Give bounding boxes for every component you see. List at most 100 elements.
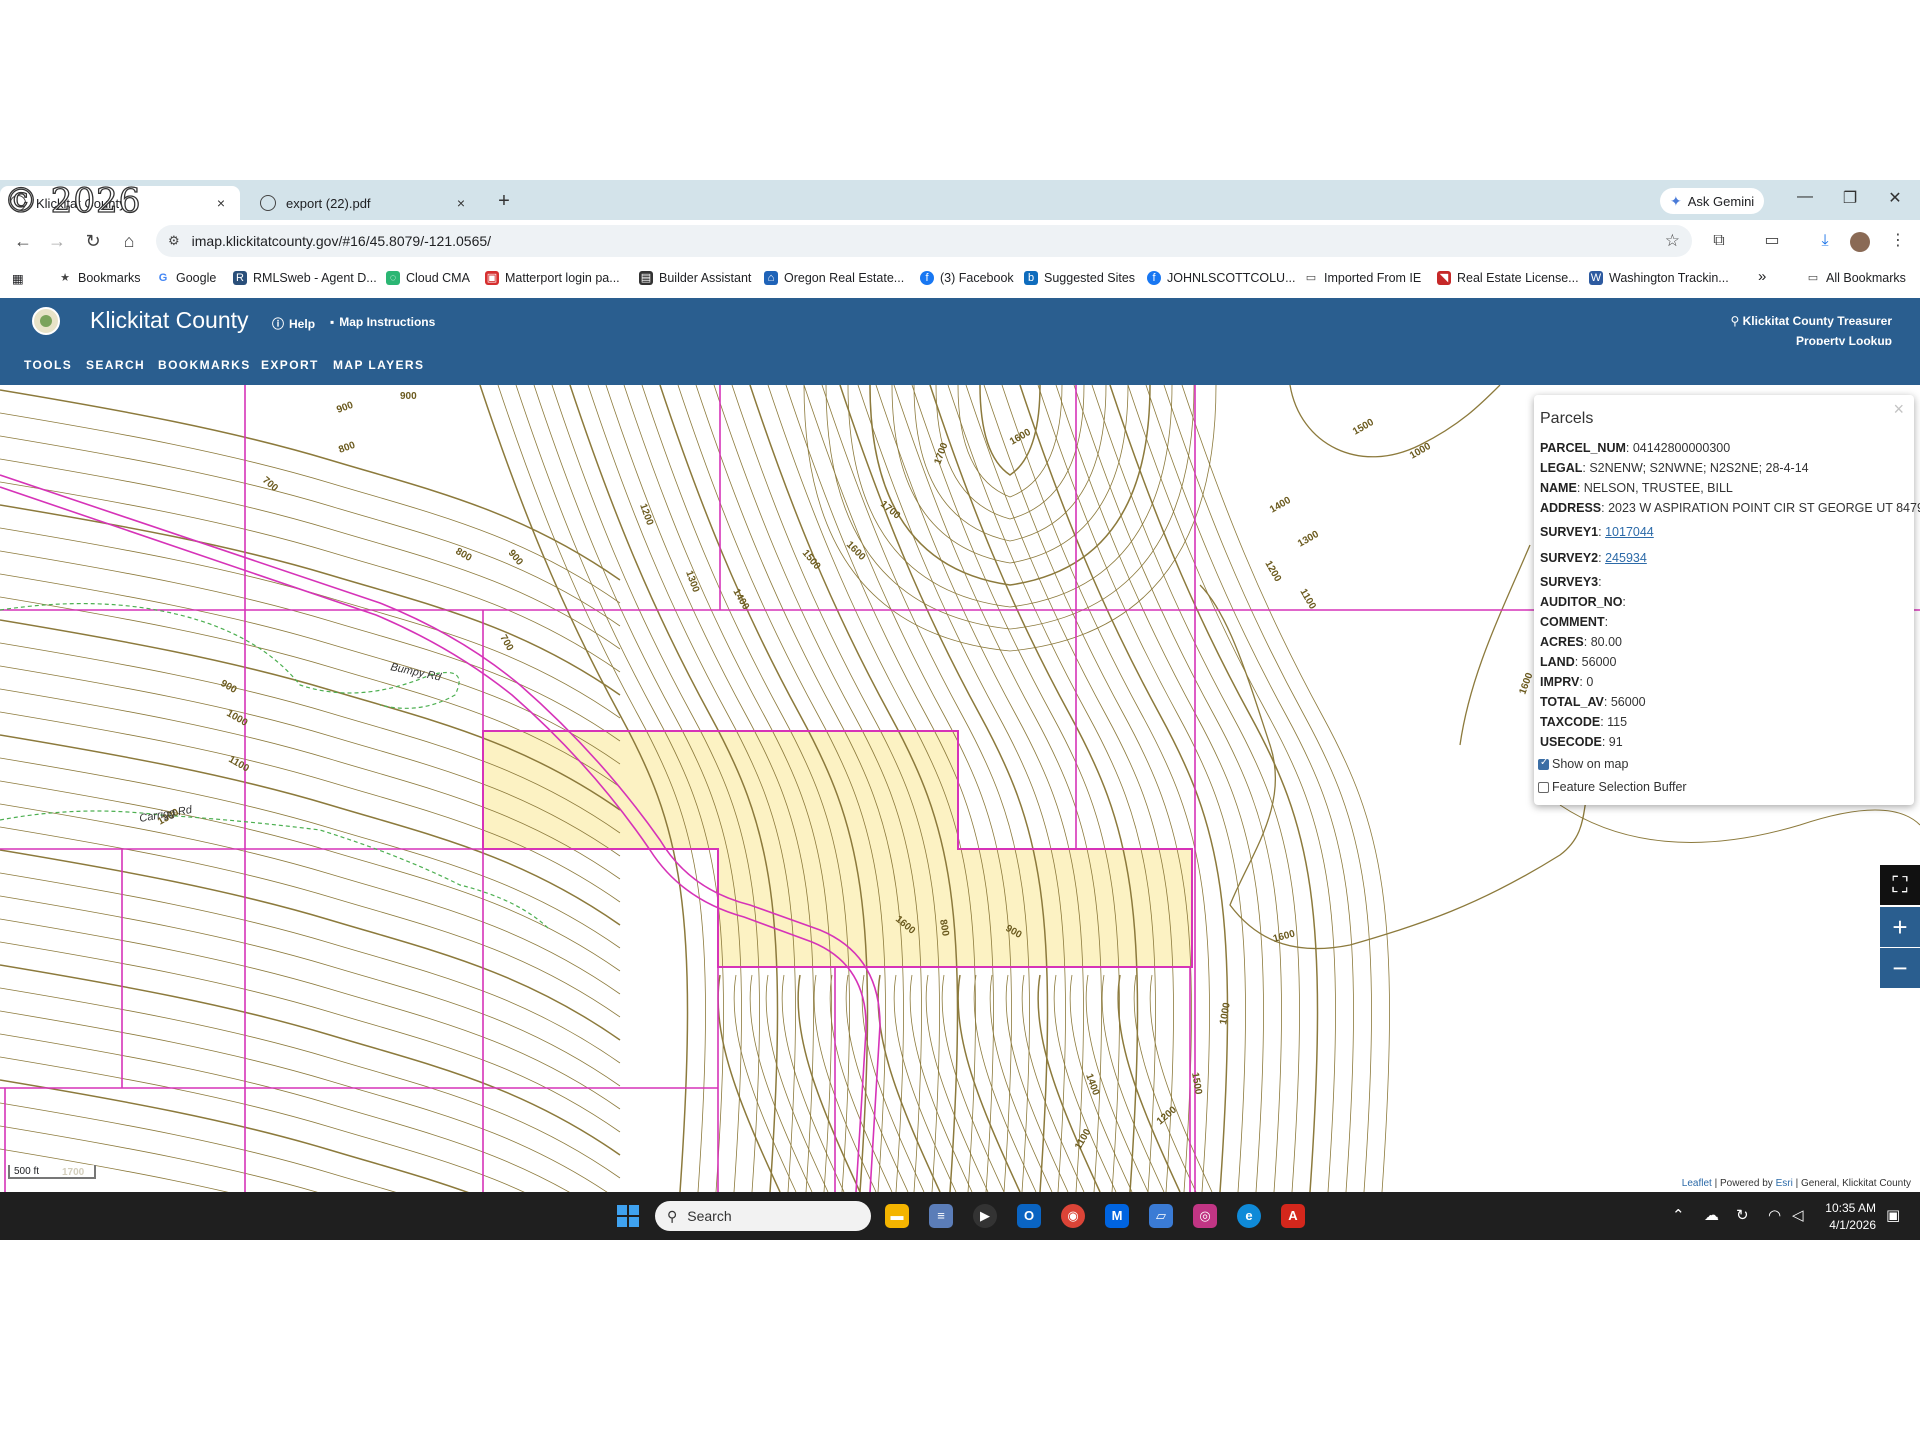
bookmark-item[interactable]: b Suggested Sites <box>1024 271 1135 285</box>
feature-buffer-checkbox[interactable]: Feature Selection Buffer <box>1538 780 1687 794</box>
menu-icon[interactable]: ⋮ <box>1886 230 1910 252</box>
contour-line <box>0 412 621 604</box>
onedrive-icon[interactable]: ☁ <box>1704 1206 1719 1224</box>
all-bookmarks-button[interactable]: ▭ All Bookmarks <box>1806 271 1906 285</box>
checkbox-checked-icon[interactable] <box>1538 757 1549 770</box>
bookmark-label: Builder Assistant <box>659 271 752 285</box>
bookmark-item[interactable]: f JOHNLSCOTTCOLU... <box>1147 271 1296 285</box>
bookmark-item[interactable]: f (3) Facebook <box>920 271 1014 285</box>
map-instructions-link[interactable]: ▪ Map Instructions <box>330 315 435 329</box>
minimize-icon[interactable]: — <box>1790 188 1820 206</box>
meta-icon[interactable]: M <box>1105 1204 1129 1228</box>
bookmark-star-icon[interactable]: ☆ <box>1665 231 1680 251</box>
leaflet-link[interactable]: Leaflet <box>1682 1178 1712 1189</box>
wifi-icon[interactable]: ◠ <box>1768 1206 1781 1224</box>
chrome-icon[interactable]: ◉ <box>1061 1204 1085 1228</box>
checkbox-unchecked-icon[interactable] <box>1538 781 1549 793</box>
bookmark-label: Suggested Sites <box>1044 271 1136 285</box>
taskbar-clock[interactable]: 10:35 AM 4/1/2026 <box>1820 1200 1876 1234</box>
bookmark-item[interactable]: ★ Bookmarks <box>58 271 141 285</box>
cast-icon[interactable]: ▭ <box>1760 230 1784 252</box>
survey-link[interactable]: 1017044 <box>1605 525 1654 539</box>
close-window-icon[interactable]: ✕ <box>1880 188 1910 208</box>
popup-field-acres: ACRES: 80.00 <box>1540 635 1622 649</box>
contour-label: 1000 <box>225 708 250 729</box>
url-input[interactable] <box>189 232 1494 250</box>
new-tab-button[interactable]: + <box>492 190 516 213</box>
forward-icon[interactable]: → <box>44 228 70 254</box>
tab-close-icon[interactable]: × <box>452 195 470 211</box>
popup-field-survey1: SURVEY1: 1017044 <box>1540 525 1654 539</box>
reload-icon[interactable]: ↻ <box>80 228 106 254</box>
instagram-icon[interactable]: ◎ <box>1193 1204 1217 1228</box>
nav-export[interactable]: EXPORT <box>261 358 319 372</box>
show-on-map-checkbox[interactable]: Show on map <box>1538 757 1628 771</box>
site-info-icon[interactable]: ⚙ <box>168 233 180 249</box>
apps-grid-icon[interactable]: ▦ <box>12 271 24 286</box>
sync-icon[interactable]: ↻ <box>1736 1206 1749 1224</box>
nav-bookmarks[interactable]: BOOKMARKS <box>158 358 251 372</box>
restore-icon[interactable]: ❐ <box>1835 188 1865 208</box>
volume-icon[interactable]: ◁ <box>1792 1206 1804 1224</box>
bookmark-item[interactable]: ▣ Matterport login pa... <box>485 271 620 285</box>
chevron-up-icon[interactable]: ⌃ <box>1672 1206 1685 1224</box>
popup-close-icon[interactable]: × <box>1893 399 1904 420</box>
profile-avatar[interactable] <box>1850 232 1870 252</box>
file-explorer-icon[interactable]: ▬ <box>885 1204 909 1228</box>
outlook-icon[interactable]: O <box>1017 1204 1041 1228</box>
contour-label: 900 <box>400 391 417 402</box>
tab-export-pdf[interactable]: export (22).pdf × <box>250 186 480 220</box>
taskbar-search[interactable]: ⚲ Search <box>655 1201 871 1231</box>
nav-search[interactable]: SEARCH <box>86 358 145 372</box>
back-icon[interactable]: ← <box>10 228 36 254</box>
field-value: 2023 W ASPIRATION POINT CIR ST GEORGE UT… <box>1608 501 1920 515</box>
contour-line <box>979 385 1041 476</box>
media-player-icon[interactable]: ▶ <box>973 1204 997 1228</box>
address-bar[interactable]: ⚙ ☆ <box>156 225 1692 257</box>
field-value: 91 <box>1608 735 1623 749</box>
acrobat-icon[interactable]: A <box>1281 1204 1305 1228</box>
bookmark-item[interactable]: R RMLSweb - Agent D... <box>233 271 377 285</box>
popup-field-name: NAME: NELSON, TRUSTEE, BILL <box>1540 481 1733 495</box>
popup-field-legal: LEGAL: S2NENW; S2NWNE; N2S2NE; 28-4-14 <box>1540 461 1809 475</box>
home-icon[interactable]: ⌂ <box>116 228 142 254</box>
bookmark-item[interactable]: ⌂ Oregon Real Estate... <box>764 271 904 285</box>
nav-map-layers[interactable]: MAP LAYERS <box>333 358 424 372</box>
tab-close-icon[interactable]: × <box>212 195 230 211</box>
contour-line <box>0 435 621 627</box>
field-separator: : <box>1603 695 1611 709</box>
nav-tools[interactable]: TOOLS <box>24 358 72 372</box>
zoom-out-button[interactable]: − <box>1880 948 1920 988</box>
zoom-in-button[interactable]: + <box>1880 907 1920 947</box>
bookmark-item[interactable]: W Washington Trackin... <box>1589 271 1729 285</box>
edge-icon[interactable]: e <box>1237 1204 1261 1228</box>
esri-link[interactable]: Esri <box>1776 1178 1793 1189</box>
contour-line <box>0 849 621 1041</box>
scanner-icon[interactable]: ▱ <box>1149 1204 1173 1228</box>
contour-label: 1100 <box>1297 587 1318 612</box>
bookmark-item[interactable]: ◌ Cloud CMA <box>386 271 470 285</box>
ask-gemini-button[interactable]: ✦ Ask Gemini <box>1660 188 1765 214</box>
more-bookmarks-icon[interactable]: » <box>1758 268 1766 285</box>
windows-start-icon[interactable] <box>617 1205 639 1227</box>
field-key: TOTAL_AV <box>1540 695 1604 709</box>
download-icon[interactable]: ⤓ <box>1813 230 1837 252</box>
contour-label: 1000 <box>1408 441 1433 462</box>
field-value: NELSON, TRUSTEE, BILL <box>1583 481 1733 495</box>
contour-line <box>0 458 621 650</box>
parcel-popup: Parcels × PARCEL_NUM: 04142800000300 LEGA… <box>1534 395 1920 805</box>
fullscreen-button[interactable]: ⛶ <box>1880 865 1920 905</box>
help-link[interactable]: ⓘ Help <box>272 315 315 332</box>
survey-link[interactable]: 245934 <box>1605 551 1647 565</box>
bookmark-item[interactable]: ◥ Real Estate License... <box>1437 271 1579 285</box>
notification-icon[interactable]: ▣ <box>1886 1206 1900 1224</box>
bookmark-item[interactable]: ▭ Imported From IE <box>1304 271 1421 285</box>
extensions-icon[interactable]: ⧉ <box>1707 230 1731 252</box>
contour-line <box>891 385 1129 564</box>
bookmark-label: Bookmarks <box>78 271 141 285</box>
map-view[interactable]: 900 900 800 700 800 900 700 900 1000 1100 1200 1300… <box>0 385 1920 1192</box>
bookmark-item[interactable]: G Google <box>156 271 217 285</box>
notepad-icon[interactable]: ≡ <box>929 1204 953 1228</box>
bookmark-item[interactable]: ▤ Builder Assistant <box>639 271 751 285</box>
clock-date: 4/1/2026 <box>1829 1218 1876 1232</box>
